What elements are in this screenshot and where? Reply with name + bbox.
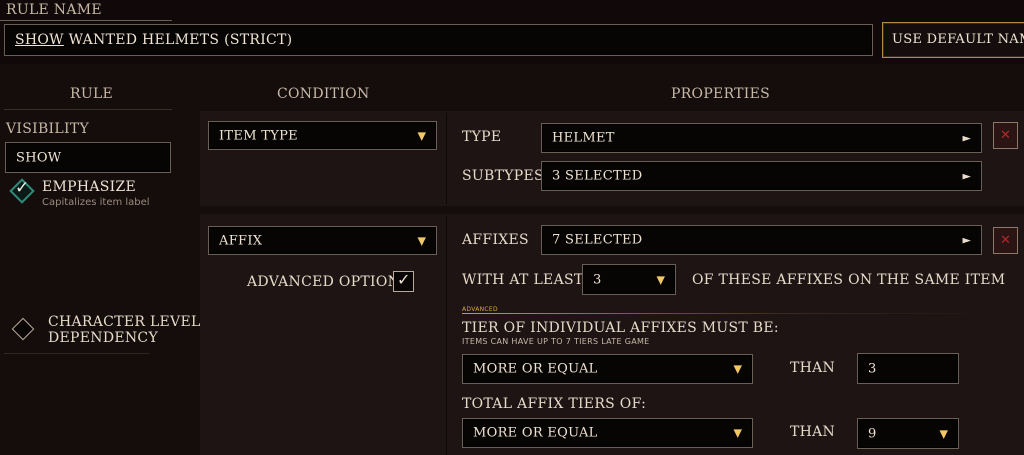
subtypes-select[interactable]: 3 SELECTED ► xyxy=(541,161,982,191)
left-header-divider xyxy=(4,109,172,110)
chevron-down-icon: ▼ xyxy=(417,234,426,247)
total-affix-tiers-label: TOTAL AFFIX TIERS OF: xyxy=(462,396,647,412)
tier-value: 3 xyxy=(868,361,877,376)
total-value: 9 xyxy=(868,426,877,441)
character-level-label-line2: DEPENDENCY xyxy=(48,330,158,346)
emphasize-hint: Capitalizes item label xyxy=(42,197,150,208)
character-level-checkbox[interactable] xyxy=(11,317,35,341)
tier-hint: ITEMS CAN HAVE UP TO 7 TIERS LATE GAME xyxy=(462,337,650,346)
close-icon: ✕ xyxy=(1000,232,1011,248)
affix-count-select[interactable]: 3 ▼ xyxy=(582,264,676,295)
rule-name-value: WANTED HELMETS (STRICT) xyxy=(63,32,293,48)
affixes-select[interactable]: 7 SELECTED ► xyxy=(541,225,982,255)
type-label: TYPE xyxy=(462,129,502,145)
than-label-2: THAN xyxy=(790,424,836,440)
condition-1-type-select[interactable]: ITEM TYPE ▼ xyxy=(208,121,437,150)
affix-count-value: 3 xyxy=(593,272,602,287)
condition-2-divider xyxy=(446,216,447,455)
advanced-tag: ADVANCED xyxy=(462,306,498,313)
emphasize-check-icon: ✓ xyxy=(15,178,30,198)
advanced-divider xyxy=(462,313,992,314)
subtypes-value: 3 SELECTED xyxy=(552,168,643,184)
condition-2-type-value: AFFIX xyxy=(219,233,263,248)
type-value: HELMET xyxy=(552,130,615,146)
chevron-down-icon: ▼ xyxy=(417,129,426,142)
tier-value-input[interactable]: 3 xyxy=(857,353,959,384)
chevron-down-icon: ▼ xyxy=(656,273,665,286)
rule-name-underline xyxy=(0,20,172,21)
total-compare-select[interactable]: MORE OR EQUAL ▼ xyxy=(462,418,753,448)
remove-condition-1-button[interactable]: ✕ xyxy=(993,122,1018,149)
same-item-label: OF THESE AFFIXES ON THE SAME ITEM xyxy=(692,272,1006,288)
visibility-select[interactable]: SHOW xyxy=(5,142,171,173)
type-select[interactable]: HELMET ► xyxy=(541,123,982,153)
chevron-down-icon: ▼ xyxy=(939,427,948,440)
tier-compare-value: MORE OR EQUAL xyxy=(473,361,598,377)
affixes-label: AFFIXES xyxy=(462,232,529,248)
condition-1-type-value: ITEM TYPE xyxy=(219,128,298,143)
tier-compare-select[interactable]: MORE OR EQUAL ▼ xyxy=(462,354,753,384)
close-icon: ✕ xyxy=(1000,127,1011,143)
visibility-value: SHOW xyxy=(16,150,62,165)
emphasize-label: EMPHASIZE xyxy=(42,179,137,195)
column-header-rule: RULE xyxy=(70,86,114,102)
remove-condition-2-button[interactable]: ✕ xyxy=(993,227,1018,254)
rule-name-input[interactable]: SHOW WANTED HELMETS (STRICT) xyxy=(4,24,873,56)
arrow-right-icon: ► xyxy=(962,131,971,145)
arrow-right-icon: ► xyxy=(962,169,971,183)
affixes-value: 7 SELECTED xyxy=(552,232,643,248)
rule-name-show-prefix: SHOW xyxy=(15,32,64,48)
rule-name-label: RULE NAME xyxy=(6,2,102,18)
advanced-options-label: ADVANCED OPTIONS xyxy=(247,274,411,290)
subtypes-label: SUBTYPES xyxy=(462,168,544,184)
use-default-name-button[interactable]: USE DEFAULT NAME xyxy=(882,22,1024,58)
column-header-condition: CONDITION xyxy=(277,86,370,102)
total-compare-value: MORE OR EQUAL xyxy=(473,425,598,441)
visibility-label: VISIBILITY xyxy=(6,121,89,137)
advanced-options-checkbox[interactable]: ✓ xyxy=(393,270,414,292)
than-label-1: THAN xyxy=(790,360,836,376)
column-header-properties: PROPERTIES xyxy=(671,86,771,102)
tier-label: TIER OF INDIVIDUAL AFFIXES MUST BE: xyxy=(462,320,779,336)
character-level-label-line1: CHARACTER LEVEL xyxy=(48,314,201,330)
condition-2-type-select[interactable]: AFFIX ▼ xyxy=(208,226,437,255)
chevron-down-icon: ▼ xyxy=(733,362,742,376)
total-value-select[interactable]: 9 ▼ xyxy=(857,418,959,449)
arrow-right-icon: ► xyxy=(962,233,971,247)
chevron-down-icon: ▼ xyxy=(733,426,742,440)
use-default-name-label: USE DEFAULT NAME xyxy=(892,32,1024,47)
advanced-options-check-icon: ✓ xyxy=(397,270,411,289)
condition-1-divider xyxy=(446,113,447,204)
with-at-least-label: WITH AT LEAST xyxy=(462,272,584,288)
left-divider xyxy=(4,353,150,354)
